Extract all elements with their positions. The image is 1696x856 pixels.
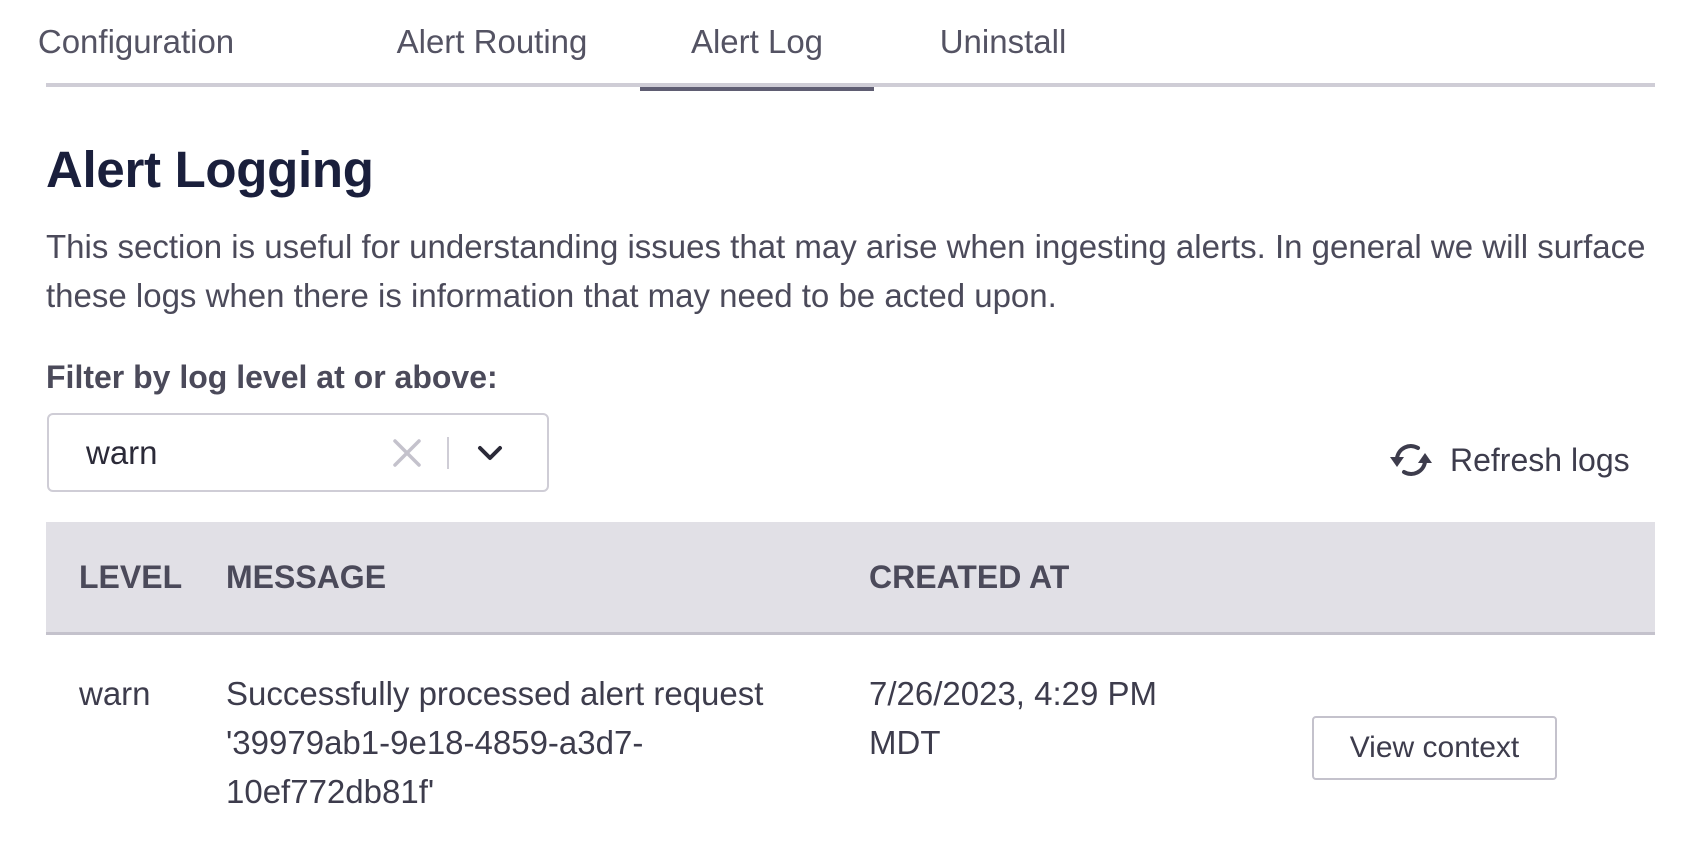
selected-log-level: warn (86, 434, 158, 471)
tab-uninstall[interactable]: Uninstall (918, 0, 1088, 87)
column-header-created-at: CREATED AT (869, 559, 1070, 595)
column-header-message: MESSAGE (226, 559, 387, 595)
cell-created-at: 7/26/2023, 4:29 PM MDT (869, 675, 1158, 761)
view-context-button[interactable]: View context (1312, 716, 1557, 780)
column-header-level: LEVEL (79, 559, 183, 595)
section-description: This section is useful for understanding… (46, 228, 1646, 314)
tab-configuration[interactable]: Configuration (38, 0, 234, 87)
tab-label: Alert Routing (396, 22, 588, 60)
refresh-logs-button[interactable]: Refresh logs (1388, 437, 1630, 483)
tab-alert-routing[interactable]: Alert Routing (372, 0, 612, 87)
tab-label: Alert Log (690, 22, 824, 60)
alert-log-table: LEVEL MESSAGE CREATED AT warn Successful… (46, 522, 1655, 856)
tab-label: Configuration (37, 22, 235, 60)
refresh-icon (1388, 440, 1434, 480)
page-title: Alert Logging (46, 141, 374, 198)
tab-label: Uninstall (939, 22, 1067, 60)
close-icon[interactable] (391, 437, 423, 469)
cell-level: warn (79, 675, 151, 712)
select-divider (447, 437, 449, 469)
table-row: warn Successfully processed alert reques… (46, 635, 1655, 856)
tab-bar: Configuration Alert Routing Alert Log Un… (38, 0, 1655, 91)
cell-message: Successfully processed alert request '39… (226, 675, 764, 810)
log-level-select[interactable]: warn (47, 413, 549, 492)
chevron-down-icon[interactable] (475, 441, 505, 465)
tab-alert-log[interactable]: Alert Log (640, 0, 874, 91)
table-header: LEVEL MESSAGE CREATED AT (46, 522, 1655, 635)
refresh-logs-label: Refresh logs (1450, 441, 1630, 478)
filter-label: Filter by log level at or above: (46, 359, 498, 395)
